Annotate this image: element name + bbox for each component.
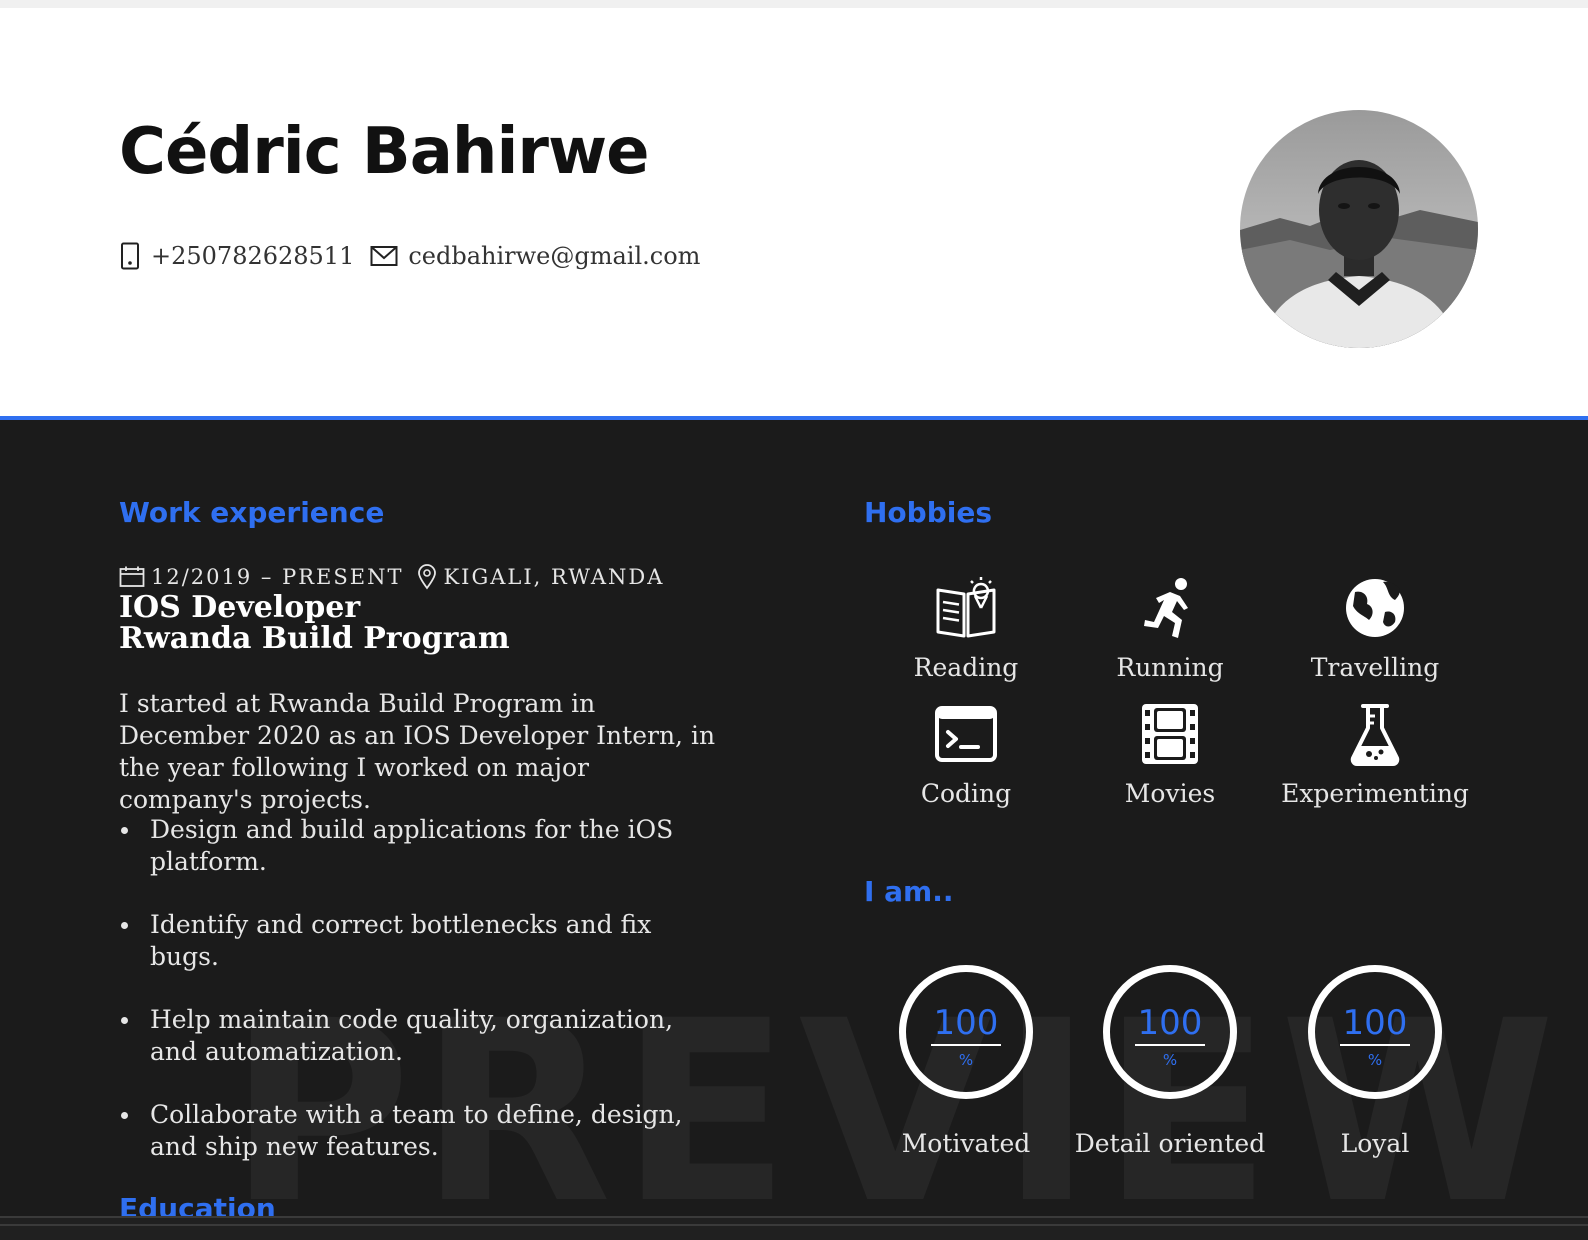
hobby-item-coding: Coding <box>861 702 1071 809</box>
education-heading: Education <box>119 1192 276 1216</box>
trait-label: Loyal <box>1340 1129 1410 1158</box>
job-title: IOS Developer <box>119 590 361 625</box>
phone-number[interactable]: +250782628511 <box>151 242 354 270</box>
percent-value: 100 <box>933 1003 999 1043</box>
flask-icon <box>1270 702 1480 770</box>
hobby-label: Running <box>1116 653 1224 682</box>
resume-name: Cédric Bahirwe <box>119 115 649 189</box>
job-company: Rwanda Build Program <box>119 621 510 656</box>
trait-item-motivated: 100 % Motivated <box>861 965 1071 1159</box>
resume-body: PREVIEW Work experience 12/2019 – PRESEN… <box>0 420 1588 1216</box>
percent-value: 100 <box>1342 1003 1408 1043</box>
window-bottom-bar <box>0 1216 1588 1240</box>
calendar-icon <box>119 566 145 588</box>
work-experience-heading: Work experience <box>119 496 385 529</box>
job-meta: 12/2019 – PRESENT KIGALI, RWANDA <box>119 564 664 590</box>
runner-icon <box>1065 576 1275 644</box>
percent-unit: % <box>1162 1051 1178 1069</box>
list-item: Identify and correct bottlenecks and fix… <box>119 909 719 973</box>
hobby-label: Movies <box>1124 779 1216 808</box>
traits-heading: I am.. <box>864 875 954 908</box>
hobby-label: Experimenting <box>1281 779 1469 808</box>
percent-value: 100 <box>1137 1003 1203 1043</box>
hobby-item-reading: Reading <box>861 576 1071 683</box>
percent-ring: 100 % <box>1103 965 1237 1099</box>
browser-top-strip <box>0 0 1588 8</box>
profile-photo <box>1240 110 1478 348</box>
trait-label: Detail oriented <box>1074 1129 1266 1158</box>
globe-icon <box>1270 576 1480 644</box>
percent-unit: % <box>958 1051 974 1069</box>
trait-item-detail-oriented: 100 % Detail oriented <box>1065 965 1275 1159</box>
film-icon <box>1065 702 1275 770</box>
list-item: Help maintain code quality, organization… <box>119 1004 719 1068</box>
book-icon <box>861 576 1071 644</box>
percent-ring: 100 % <box>899 965 1033 1099</box>
resume-header: Cédric Bahirwe +250782628511 cedbahirwe@… <box>0 8 1588 416</box>
percent-ring: 100 % <box>1308 965 1442 1099</box>
hobby-item-experimenting: Experimenting <box>1270 702 1480 809</box>
job-responsibilities: Design and build applications for the iO… <box>119 814 719 1194</box>
hobbies-heading: Hobbies <box>864 496 993 529</box>
job-location: KIGALI, RWANDA <box>443 565 665 589</box>
hobby-label: Travelling <box>1310 653 1440 682</box>
trait-label: Motivated <box>901 1129 1031 1158</box>
phone-icon <box>119 242 141 270</box>
location-pin-icon <box>417 564 437 590</box>
hobby-label: Coding <box>920 779 1012 808</box>
list-item: Design and build applications for the iO… <box>119 814 719 878</box>
job-summary: I started at Rwanda Build Program in Dec… <box>119 689 716 814</box>
terminal-icon <box>861 702 1071 770</box>
percent-unit: % <box>1367 1051 1383 1069</box>
contact-row: +250782628511 cedbahirwe@gmail.com <box>119 236 700 276</box>
email-address[interactable]: cedbahirwe@gmail.com <box>408 242 700 270</box>
trait-item-loyal: 100 % Loyal <box>1270 965 1480 1159</box>
job-date-range: 12/2019 – PRESENT <box>151 565 404 589</box>
list-item: Collaborate with a team to define, desig… <box>119 1099 719 1163</box>
hobby-label: Reading <box>913 653 1019 682</box>
hobby-item-running: Running <box>1065 576 1275 683</box>
hobby-item-travelling: Travelling <box>1270 576 1480 683</box>
job-heading: IOS Developer Rwanda Build Program <box>119 592 510 654</box>
envelope-icon <box>370 245 398 267</box>
hobby-item-movies: Movies <box>1065 702 1275 809</box>
